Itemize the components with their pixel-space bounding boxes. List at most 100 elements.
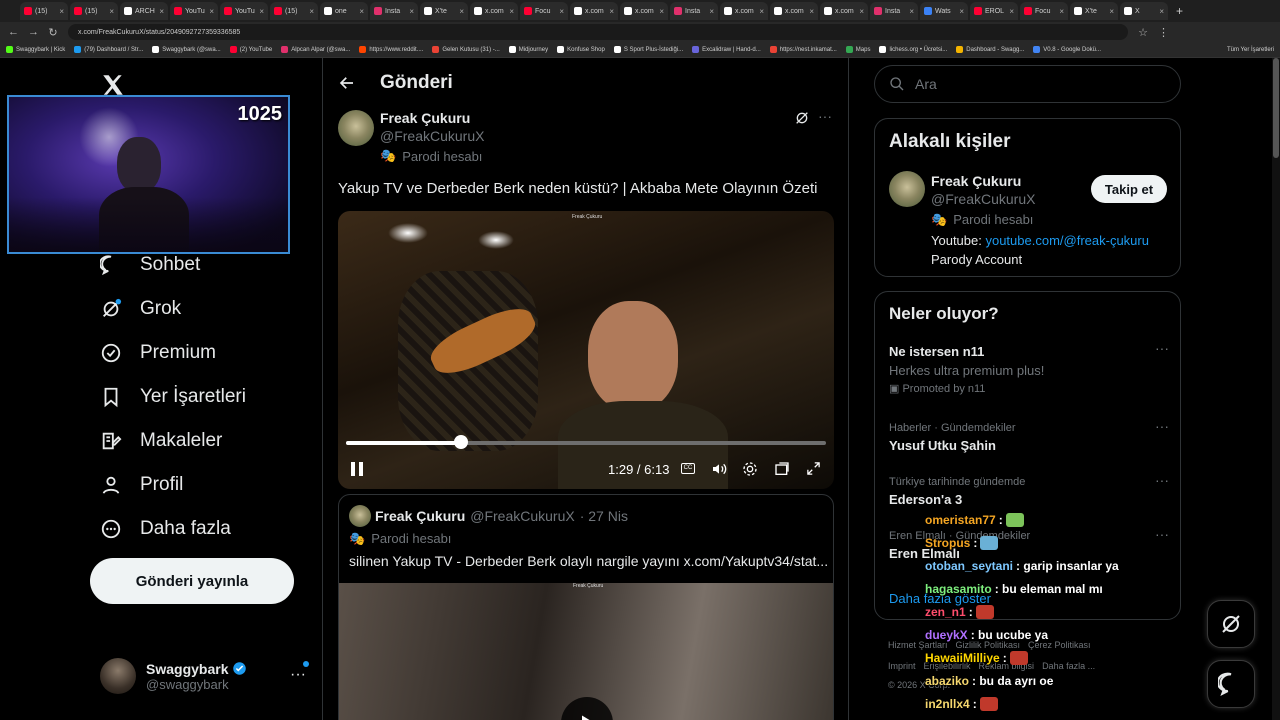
back-arrow-icon[interactable] <box>338 74 356 92</box>
browser-tab[interactable]: X'te × <box>420 2 468 20</box>
account-more-icon[interactable]: ··· <box>290 666 306 684</box>
browser-tab[interactable]: Insta × <box>870 2 918 20</box>
related-handle[interactable]: @FreakCukuruX <box>931 191 1035 207</box>
trend-item[interactable]: Türkiye tarihinde gündemde Ederson'a 3 ··· <box>889 472 1169 507</box>
tab-close-icon[interactable]: × <box>1059 7 1064 16</box>
trend-item[interactable]: Ne istersen n11 Herkes ultra premium plus… <box>889 340 1169 395</box>
tab-close-icon[interactable]: × <box>909 7 914 16</box>
browser-tab[interactable]: x.com × <box>720 2 768 20</box>
bookmark-item[interactable]: Swaggybark | Kick <box>6 46 65 53</box>
tab-close-icon[interactable]: × <box>1109 7 1114 16</box>
settings-gear-icon[interactable] <box>742 461 758 477</box>
bio-link[interactable]: youtube.com/@freak-çukuru <box>985 233 1149 248</box>
all-bookmarks-link[interactable]: Tüm Yer İşaretleri <box>1227 47 1280 53</box>
browser-tab[interactable]: x.com × <box>470 2 518 20</box>
quoted-post[interactable]: Freak Çukuru @FreakCukuruX · 27 Nis 🎭 Par… <box>338 494 834 720</box>
trend-more-icon[interactable]: ··· <box>1155 472 1169 488</box>
author-avatar[interactable] <box>338 110 374 146</box>
tab-close-icon[interactable]: × <box>509 7 514 16</box>
video-player[interactable]: Freak Çukuru 1:29 / 6:13 CC <box>338 211 834 489</box>
post-button[interactable]: Gönderi yayınla <box>90 558 294 604</box>
browser-tab[interactable]: (15) × <box>270 2 318 20</box>
footer-link[interactable]: Daha fazla ... <box>1042 661 1095 671</box>
tab-close-icon[interactable]: × <box>809 7 814 16</box>
search-box[interactable]: Ara <box>874 65 1181 103</box>
quoted-video[interactable]: Freak Çukuru <box>339 583 833 720</box>
tab-close-icon[interactable]: × <box>409 7 414 16</box>
play-button[interactable] <box>561 697 613 720</box>
browser-tab[interactable]: Focu × <box>1020 2 1068 20</box>
browser-tab[interactable]: (15) × <box>70 2 118 20</box>
browser-tab[interactable]: X'te × <box>1070 2 1118 20</box>
bookmark-item[interactable]: Excalidraw | Hand-d... <box>692 46 761 53</box>
browser-tab[interactable]: Wats × <box>920 2 968 20</box>
tab-close-icon[interactable]: × <box>759 7 764 16</box>
tab-close-icon[interactable]: × <box>259 7 264 16</box>
nav-item-grok[interactable]: Grok <box>100 298 181 320</box>
browser-tab[interactable]: X × <box>1120 2 1168 20</box>
tab-close-icon[interactable]: × <box>159 7 164 16</box>
bookmark-star-icon[interactable]: ☆ <box>1138 26 1148 39</box>
bookmark-item[interactable]: Maps <box>845 46 870 53</box>
account-switcher[interactable]: Swaggybark @swaggybark ··· <box>100 658 309 694</box>
tab-close-icon[interactable]: × <box>109 7 114 16</box>
bookmark-item[interactable]: Midjourney <box>508 46 548 53</box>
nav-item-more[interactable]: Daha fazla <box>100 518 231 540</box>
browser-tab[interactable]: one × <box>320 2 368 20</box>
grok-fab[interactable] <box>1207 600 1255 648</box>
trend-more-icon[interactable]: ··· <box>1155 526 1169 542</box>
back-icon[interactable]: ← <box>8 26 19 38</box>
tab-close-icon[interactable]: × <box>309 7 314 16</box>
bookmark-item[interactable]: V0.8 - Google Dokü... <box>1033 46 1101 53</box>
trend-item[interactable]: Haberler · Gündemdekiler Yusuf Utku Şahin… <box>889 418 1169 453</box>
browser-tab[interactable]: YouTu × <box>220 2 268 20</box>
new-tab-icon[interactable]: + <box>1176 4 1183 18</box>
browser-tab[interactable]: x.com × <box>770 2 818 20</box>
browser-tab[interactable]: EROL × <box>970 2 1018 20</box>
browser-tab[interactable]: x.com × <box>570 2 618 20</box>
bookmark-item[interactable]: Gelen Kutusu (31) -... <box>432 46 500 53</box>
browser-tab[interactable]: Focu × <box>520 2 568 20</box>
related-name[interactable]: Freak Çukuru <box>931 173 1021 189</box>
bookmark-item[interactable]: Dashboard - Swagg... <box>956 46 1024 53</box>
bookmark-item[interactable]: Alpcan Alpar (@swa... <box>281 46 350 53</box>
browser-tab[interactable]: x.com × <box>820 2 868 20</box>
tab-close-icon[interactable]: × <box>359 7 364 16</box>
browser-tab[interactable]: x.com × <box>620 2 668 20</box>
grok-icon[interactable] <box>794 110 810 126</box>
bookmark-item[interactable]: Swaggybark (@swa... <box>152 46 221 53</box>
bookmark-item[interactable]: (79) Dashboard / Str... <box>74 46 143 53</box>
picture-in-picture-icon[interactable] <box>774 461 790 477</box>
volume-icon[interactable] <box>710 461 728 477</box>
bookmark-item[interactable]: S Sport Plus-İstediği... <box>613 46 683 53</box>
messages-fab[interactable] <box>1207 660 1255 708</box>
bookmark-item[interactable]: lichess.org • Ücretsi... <box>879 46 947 53</box>
bookmark-item[interactable]: https://nest.inkamat... <box>769 46 837 53</box>
tab-close-icon[interactable]: × <box>559 7 564 16</box>
tab-close-icon[interactable]: × <box>959 7 964 16</box>
tab-close-icon[interactable]: × <box>859 7 864 16</box>
bookmark-item[interactable]: Konfuse Shop <box>557 46 605 53</box>
author-name[interactable]: Freak Çukuru <box>380 110 470 126</box>
footer-link[interactable]: Imprint <box>888 661 916 671</box>
tab-close-icon[interactable]: × <box>659 7 664 16</box>
extensions-icon[interactable]: ⋮ <box>1158 26 1169 39</box>
post-more-icon[interactable]: ··· <box>818 108 832 124</box>
scrollbar-thumb[interactable] <box>1273 58 1279 158</box>
bookmark-item[interactable]: (2) YouTube <box>229 46 272 53</box>
browser-tab[interactable]: (15) × <box>20 2 68 20</box>
nav-item-profile[interactable]: Profil <box>100 474 183 496</box>
tab-close-icon[interactable]: × <box>459 7 464 16</box>
url-input[interactable]: x.com/FreakCukuruX/status/20490927273593… <box>68 24 1128 40</box>
bookmark-item[interactable]: https://www.reddit.... <box>359 46 423 53</box>
video-progress-track[interactable] <box>346 435 826 449</box>
nav-item-verified[interactable]: Premium <box>100 342 216 364</box>
forward-icon[interactable]: → <box>28 26 39 38</box>
pause-icon[interactable] <box>350 461 364 477</box>
captions-icon[interactable]: CC <box>681 463 695 474</box>
browser-tab[interactable]: Insta × <box>370 2 418 20</box>
trend-more-icon[interactable]: ··· <box>1155 418 1169 434</box>
nav-item-chat[interactable]: Sohbet <box>100 254 200 276</box>
follow-button[interactable]: Takip et <box>1091 175 1167 203</box>
trend-more-icon[interactable]: ··· <box>1155 340 1169 356</box>
